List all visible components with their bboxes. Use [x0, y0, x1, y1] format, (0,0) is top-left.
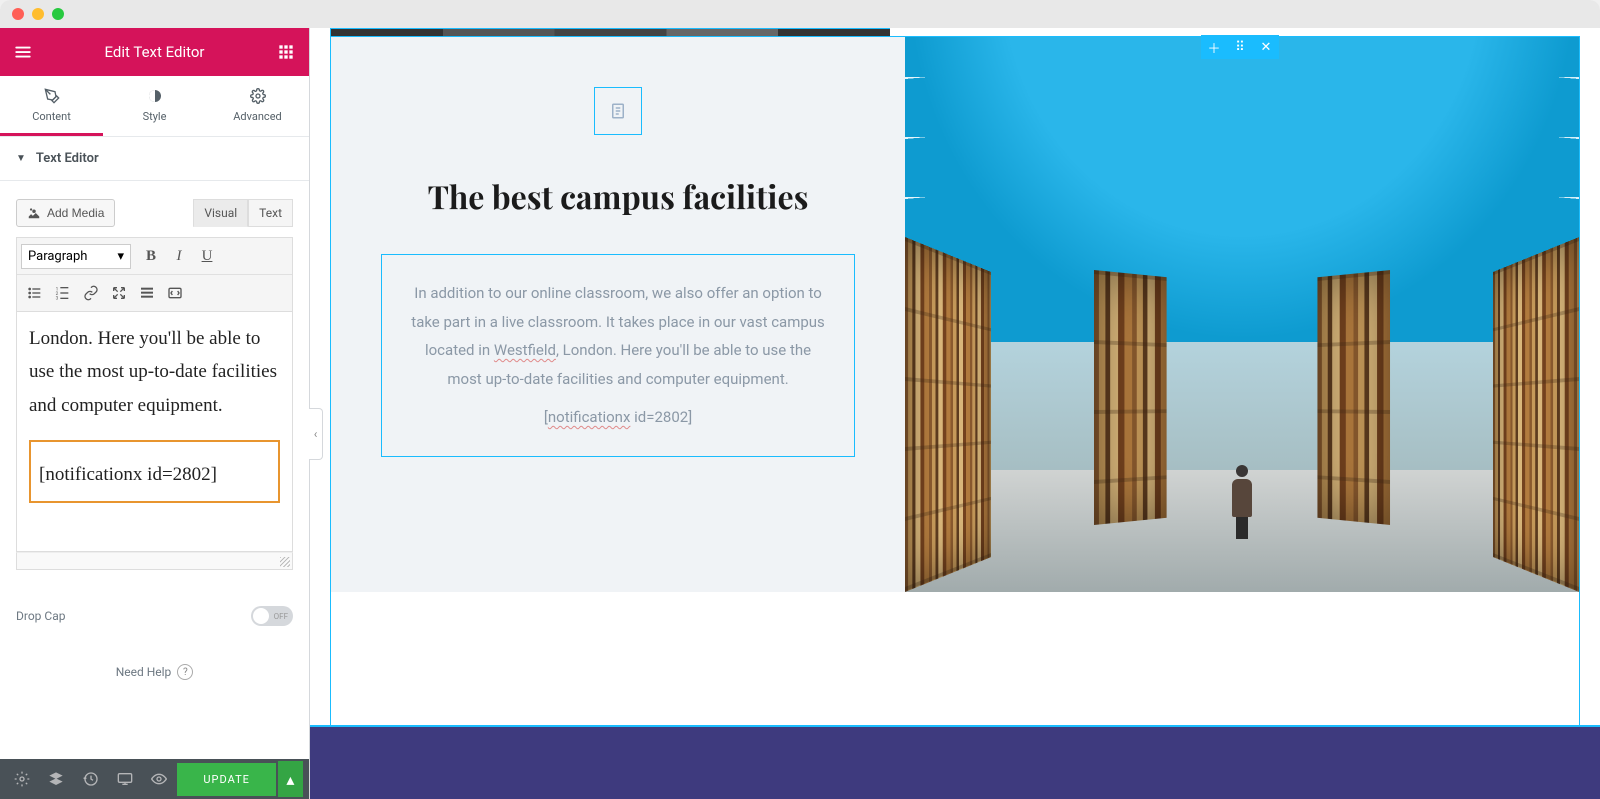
tab-style[interactable]: Style [103, 76, 206, 136]
numbered-list-button[interactable]: 123 [49, 279, 77, 307]
preview-columns: The best campus facilities In addition t… [331, 37, 1579, 592]
navigator-button[interactable] [40, 761, 72, 797]
tab-style-label: Style [143, 110, 167, 123]
section-toolbar: ＋ ⠿ ✕ [1201, 35, 1279, 59]
rte-shortcode-text: [notificationx id=2802] [39, 464, 217, 485]
section-title: Text Editor [36, 151, 99, 166]
underline-button[interactable]: U [193, 242, 221, 270]
dropcap-row: Drop Cap OFF [0, 588, 309, 644]
paragraph-select[interactable]: Paragraph ▾ [21, 244, 131, 269]
window-max-dot[interactable] [52, 8, 64, 20]
preview-paragraph: In addition to our online classroom, we … [410, 279, 826, 393]
bookshelf-right [1493, 237, 1579, 592]
need-help-link[interactable]: Need Help ? [0, 644, 309, 692]
visual-tab[interactable]: Visual [193, 199, 248, 227]
window-min-dot[interactable] [32, 8, 44, 20]
menu-icon[interactable] [14, 43, 32, 61]
update-label: UPDATE [203, 773, 249, 786]
library-ceiling [905, 37, 1579, 342]
section-delete-button[interactable]: ✕ [1253, 35, 1279, 59]
section-outline[interactable]: ＋ ⠿ ✕ The best campus facilities In addi… [330, 36, 1580, 799]
tab-content-label: Content [32, 110, 71, 123]
rte-toolbar: Paragraph ▾ B I U 123 [16, 237, 293, 312]
editor-area: Add Media Visual Text Paragraph ▾ B I [0, 181, 309, 588]
app-window: Edit Text Editor Content Style Advanced [0, 0, 1600, 799]
paragraph-select-label: Paragraph [28, 249, 87, 264]
update-options-button[interactable]: ▴ [278, 761, 303, 797]
bullet-list-button[interactable] [21, 279, 49, 307]
widgets-grid-icon[interactable] [277, 43, 295, 61]
preview-button[interactable] [143, 761, 175, 797]
add-media-button[interactable]: Add Media [16, 199, 115, 227]
sidebar-title: Edit Text Editor [105, 43, 205, 61]
dropcap-toggle[interactable]: OFF [251, 606, 293, 626]
media-icon [27, 206, 41, 220]
editor-sidebar: Edit Text Editor Content Style Advanced [0, 28, 310, 799]
dropcap-toggle-state: OFF [274, 612, 288, 621]
preview-left-column[interactable]: The best campus facilities In addition t… [331, 37, 905, 592]
svg-text:3: 3 [56, 296, 59, 301]
section-text-editor[interactable]: ▼ Text Editor [0, 137, 309, 181]
caret-down-icon: ▼ [16, 153, 26, 164]
dropcap-label: Drop Cap [16, 609, 65, 623]
rte-content[interactable]: London. Here you'll be able to use the m… [16, 312, 293, 552]
app-body: Edit Text Editor Content Style Advanced [0, 28, 1600, 799]
window-close-dot[interactable] [12, 8, 24, 20]
tab-advanced-label: Advanced [233, 110, 281, 123]
preview-right-column-image[interactable] [905, 37, 1579, 592]
toolbar-toggle-button[interactable] [133, 279, 161, 307]
page-footer-section[interactable] [310, 725, 1600, 799]
icon-widget[interactable] [594, 87, 642, 135]
preview-link-westfield: Westfield [494, 341, 556, 359]
preview-canvas: ＋ ⠿ ✕ The best campus facilities In addi… [310, 28, 1600, 799]
shortcode-insert-button[interactable] [161, 279, 189, 307]
toggle-knob [253, 608, 269, 624]
bookshelf-center-right [1317, 270, 1390, 525]
bookshelf-center-left [1094, 270, 1167, 525]
settings-button[interactable] [6, 761, 38, 797]
update-button[interactable]: UPDATE [177, 763, 275, 796]
add-media-label: Add Media [47, 206, 104, 220]
bookshelf-left [905, 237, 991, 592]
italic-button[interactable]: I [165, 242, 193, 270]
preview-shortcode-line: [notificationx id=2802] [410, 403, 826, 432]
need-help-label: Need Help [116, 665, 172, 679]
sidebar-bottom-bar: UPDATE ▴ [0, 759, 309, 799]
rte-resize-handle[interactable] [16, 552, 293, 570]
person-figure [1231, 465, 1253, 537]
fullscreen-button[interactable] [105, 279, 133, 307]
tab-content[interactable]: Content [0, 76, 103, 136]
rte-shortcode-highlight: [notificationx id=2802] [29, 440, 280, 503]
editor-mode-tabs: Visual Text [193, 199, 293, 227]
window-titlebar [0, 0, 1600, 28]
page-icon [609, 102, 627, 120]
link-button[interactable] [77, 279, 105, 307]
bold-button[interactable]: B [137, 242, 165, 270]
text-tab[interactable]: Text [248, 199, 293, 227]
sidebar-header: Edit Text Editor [0, 28, 309, 76]
chevron-down-icon: ▾ [117, 249, 124, 264]
history-button[interactable] [75, 761, 107, 797]
tab-advanced[interactable]: Advanced [206, 76, 309, 136]
help-icon: ? [177, 664, 193, 680]
section-drag-handle[interactable]: ⠿ [1227, 35, 1253, 59]
settings-tabs: Content Style Advanced [0, 76, 309, 137]
preview-text-widget[interactable]: In addition to our online classroom, we … [381, 254, 855, 457]
preview-heading[interactable]: The best campus facilities [381, 175, 855, 218]
preview-shortcode-name: notificationx [548, 408, 631, 426]
section-add-button[interactable]: ＋ [1201, 35, 1227, 59]
rte-text-line: London. Here you'll be able to use the m… [29, 328, 277, 416]
responsive-button[interactable] [109, 761, 141, 797]
sidebar-collapse-handle[interactable]: ‹ [309, 408, 323, 460]
preview-shortcode-tail: id=2802] [630, 408, 692, 426]
